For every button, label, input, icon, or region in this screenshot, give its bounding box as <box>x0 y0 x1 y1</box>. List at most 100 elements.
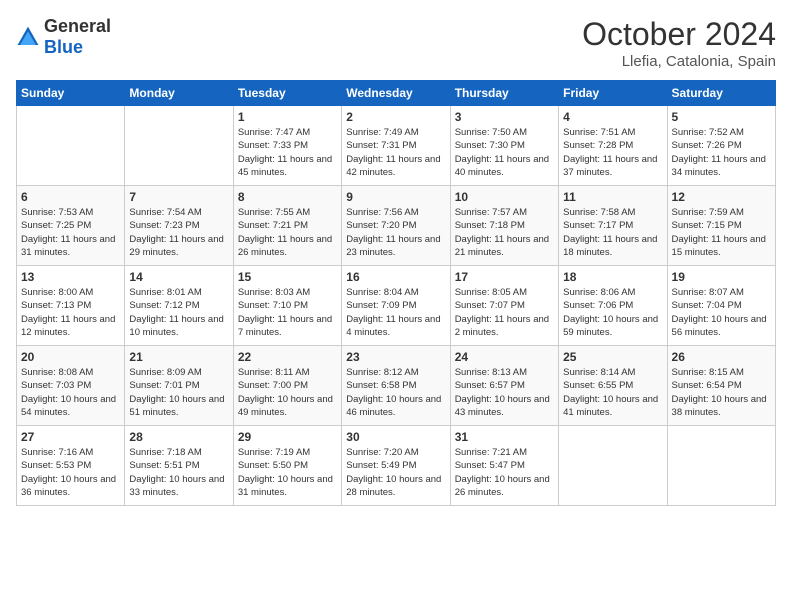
day-info: Sunrise: 7:49 AM Sunset: 7:31 PM Dayligh… <box>346 126 445 179</box>
daylight-text: Daylight: 11 hours and 26 minutes. <box>238 234 332 258</box>
calendar-cell: 29 Sunrise: 7:19 AM Sunset: 5:50 PM Dayl… <box>233 426 341 506</box>
calendar-cell: 24 Sunrise: 8:13 AM Sunset: 6:57 PM Dayl… <box>450 346 558 426</box>
sunrise-text: Sunrise: 8:08 AM <box>21 367 93 378</box>
sunrise-text: Sunrise: 7:20 AM <box>346 447 418 458</box>
day-info: Sunrise: 7:52 AM Sunset: 7:26 PM Dayligh… <box>672 126 771 179</box>
sunrise-text: Sunrise: 7:57 AM <box>455 207 527 218</box>
daylight-text: Daylight: 11 hours and 10 minutes. <box>129 314 223 338</box>
daylight-text: Daylight: 11 hours and 29 minutes. <box>129 234 223 258</box>
day-info: Sunrise: 7:59 AM Sunset: 7:15 PM Dayligh… <box>672 206 771 259</box>
calendar-cell: 13 Sunrise: 8:00 AM Sunset: 7:13 PM Dayl… <box>17 266 125 346</box>
sunrise-text: Sunrise: 7:55 AM <box>238 207 310 218</box>
daylight-text: Daylight: 11 hours and 21 minutes. <box>455 234 549 258</box>
day-number: 2 <box>346 110 445 124</box>
day-of-week-header: Wednesday <box>342 81 450 106</box>
sunrise-text: Sunrise: 7:47 AM <box>238 127 310 138</box>
sunrise-text: Sunrise: 8:01 AM <box>129 287 201 298</box>
calendar-cell: 17 Sunrise: 8:05 AM Sunset: 7:07 PM Dayl… <box>450 266 558 346</box>
sunrise-text: Sunrise: 7:54 AM <box>129 207 201 218</box>
calendar-cell: 21 Sunrise: 8:09 AM Sunset: 7:01 PM Dayl… <box>125 346 233 426</box>
calendar-cell: 26 Sunrise: 8:15 AM Sunset: 6:54 PM Dayl… <box>667 346 775 426</box>
calendar-week-row: 20 Sunrise: 8:08 AM Sunset: 7:03 PM Dayl… <box>17 346 776 426</box>
calendar-cell: 27 Sunrise: 7:16 AM Sunset: 5:53 PM Dayl… <box>17 426 125 506</box>
day-number: 17 <box>455 270 554 284</box>
calendar-week-row: 1 Sunrise: 7:47 AM Sunset: 7:33 PM Dayli… <box>17 106 776 186</box>
sunset-text: Sunset: 7:13 PM <box>21 300 91 311</box>
logo: General Blue <box>16 16 111 58</box>
sunrise-text: Sunrise: 8:04 AM <box>346 287 418 298</box>
sunset-text: Sunset: 7:25 PM <box>21 220 91 231</box>
sunset-text: Sunset: 7:04 PM <box>672 300 742 311</box>
day-info: Sunrise: 7:53 AM Sunset: 7:25 PM Dayligh… <box>21 206 120 259</box>
logo-general: General <box>44 16 111 36</box>
sunset-text: Sunset: 7:17 PM <box>563 220 633 231</box>
day-number: 15 <box>238 270 337 284</box>
logo-blue: Blue <box>44 37 83 57</box>
day-info: Sunrise: 8:01 AM Sunset: 7:12 PM Dayligh… <box>129 286 228 339</box>
day-info: Sunrise: 8:06 AM Sunset: 7:06 PM Dayligh… <box>563 286 662 339</box>
daylight-text: Daylight: 11 hours and 42 minutes. <box>346 154 440 178</box>
daylight-text: Daylight: 10 hours and 26 minutes. <box>455 474 550 498</box>
sunrise-text: Sunrise: 8:09 AM <box>129 367 201 378</box>
day-number: 12 <box>672 190 771 204</box>
sunset-text: Sunset: 7:23 PM <box>129 220 199 231</box>
daylight-text: Daylight: 10 hours and 31 minutes. <box>238 474 333 498</box>
sunset-text: Sunset: 5:50 PM <box>238 460 308 471</box>
sunset-text: Sunset: 5:49 PM <box>346 460 416 471</box>
location: Llefia, Catalonia, Spain <box>582 53 776 70</box>
sunset-text: Sunset: 7:12 PM <box>129 300 199 311</box>
day-of-week-header: Friday <box>559 81 667 106</box>
calendar-cell: 8 Sunrise: 7:55 AM Sunset: 7:21 PM Dayli… <box>233 186 341 266</box>
sunset-text: Sunset: 7:31 PM <box>346 140 416 151</box>
calendar-cell: 19 Sunrise: 8:07 AM Sunset: 7:04 PM Dayl… <box>667 266 775 346</box>
sunset-text: Sunset: 7:09 PM <box>346 300 416 311</box>
day-number: 13 <box>21 270 120 284</box>
sunrise-text: Sunrise: 7:18 AM <box>129 447 201 458</box>
day-number: 9 <box>346 190 445 204</box>
daylight-text: Daylight: 10 hours and 49 minutes. <box>238 394 333 418</box>
daylight-text: Daylight: 10 hours and 46 minutes. <box>346 394 441 418</box>
day-number: 29 <box>238 430 337 444</box>
day-number: 22 <box>238 350 337 364</box>
sunrise-text: Sunrise: 7:52 AM <box>672 127 744 138</box>
day-info: Sunrise: 8:15 AM Sunset: 6:54 PM Dayligh… <box>672 366 771 419</box>
day-number: 4 <box>563 110 662 124</box>
day-of-week-header: Thursday <box>450 81 558 106</box>
sunrise-text: Sunrise: 8:12 AM <box>346 367 418 378</box>
day-of-week-header: Tuesday <box>233 81 341 106</box>
day-number: 19 <box>672 270 771 284</box>
day-of-week-header: Sunday <box>17 81 125 106</box>
day-info: Sunrise: 7:47 AM Sunset: 7:33 PM Dayligh… <box>238 126 337 179</box>
day-number: 7 <box>129 190 228 204</box>
sunrise-text: Sunrise: 7:16 AM <box>21 447 93 458</box>
logo-icon <box>16 25 40 49</box>
day-info: Sunrise: 7:54 AM Sunset: 7:23 PM Dayligh… <box>129 206 228 259</box>
title-block: October 2024 Llefia, Catalonia, Spain <box>582 16 776 70</box>
day-number: 20 <box>21 350 120 364</box>
day-info: Sunrise: 8:12 AM Sunset: 6:58 PM Dayligh… <box>346 366 445 419</box>
sunset-text: Sunset: 5:53 PM <box>21 460 91 471</box>
daylight-text: Daylight: 11 hours and 23 minutes. <box>346 234 440 258</box>
calendar-cell: 7 Sunrise: 7:54 AM Sunset: 7:23 PM Dayli… <box>125 186 233 266</box>
day-info: Sunrise: 8:08 AM Sunset: 7:03 PM Dayligh… <box>21 366 120 419</box>
sunrise-text: Sunrise: 7:49 AM <box>346 127 418 138</box>
day-info: Sunrise: 7:51 AM Sunset: 7:28 PM Dayligh… <box>563 126 662 179</box>
sunrise-text: Sunrise: 8:00 AM <box>21 287 93 298</box>
sunset-text: Sunset: 6:58 PM <box>346 380 416 391</box>
day-number: 16 <box>346 270 445 284</box>
calendar-cell <box>17 106 125 186</box>
daylight-text: Daylight: 10 hours and 59 minutes. <box>563 314 658 338</box>
daylight-text: Daylight: 11 hours and 45 minutes. <box>238 154 332 178</box>
calendar-cell <box>559 426 667 506</box>
daylight-text: Daylight: 10 hours and 54 minutes. <box>21 394 116 418</box>
day-info: Sunrise: 7:50 AM Sunset: 7:30 PM Dayligh… <box>455 126 554 179</box>
calendar-cell: 16 Sunrise: 8:04 AM Sunset: 7:09 PM Dayl… <box>342 266 450 346</box>
calendar-cell: 18 Sunrise: 8:06 AM Sunset: 7:06 PM Dayl… <box>559 266 667 346</box>
month-title: October 2024 <box>582 16 776 53</box>
day-info: Sunrise: 7:16 AM Sunset: 5:53 PM Dayligh… <box>21 446 120 499</box>
calendar-week-row: 13 Sunrise: 8:00 AM Sunset: 7:13 PM Dayl… <box>17 266 776 346</box>
day-info: Sunrise: 8:13 AM Sunset: 6:57 PM Dayligh… <box>455 366 554 419</box>
calendar-week-row: 27 Sunrise: 7:16 AM Sunset: 5:53 PM Dayl… <box>17 426 776 506</box>
day-info: Sunrise: 7:56 AM Sunset: 7:20 PM Dayligh… <box>346 206 445 259</box>
sunset-text: Sunset: 7:18 PM <box>455 220 525 231</box>
